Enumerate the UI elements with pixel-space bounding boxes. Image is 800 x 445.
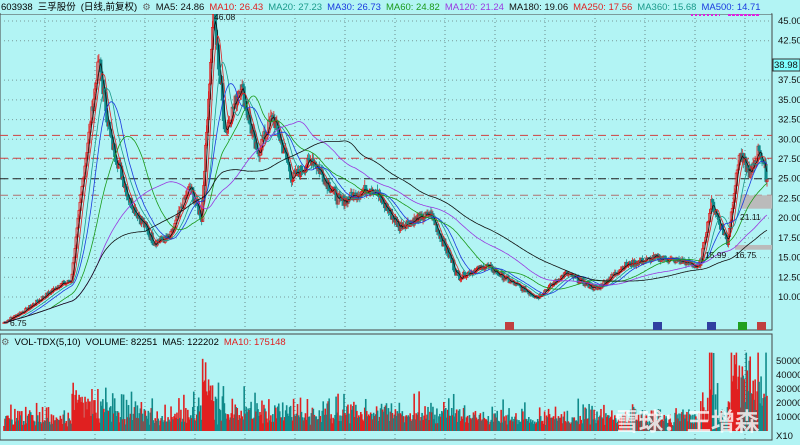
price-tick-label: 37.50 [778, 75, 800, 86]
chart-svg[interactable]: 10.00 12.50 15.00 17.50 20.00 22.50 25.00 27.50… [0, 0, 800, 445]
price-annotation: 15.99 [705, 250, 727, 260]
event-marker[interactable] [738, 322, 747, 330]
volume-tick-label: 20000 [776, 398, 800, 409]
ma-label: MA180: 19.06 [508, 2, 569, 13]
price-tick-label: 35.00 [778, 95, 800, 106]
price-header: 603938 三孚股份 (日线,前复权) ⚙ MA5: 24.86 MA10: 26.43… [1, 2, 771, 14]
ma-label: MA250: 17.56 [573, 2, 633, 13]
volume-tick-label: 30000 [776, 384, 800, 395]
ma-label: MA60: 24.82 [385, 2, 440, 13]
price-tick-label: 17.50 [778, 233, 800, 244]
event-marker[interactable] [505, 322, 514, 330]
price-tick-label: 42.50 [778, 36, 800, 47]
price-tick-label: 12.50 [778, 272, 800, 283]
price-annotation: 21.11 [740, 212, 761, 222]
stock-chart: 603938 三孚股份 (日线,前复权) ⚙ MA5: 24.86 MA10: 26.43… [0, 0, 800, 445]
ma-label: MA360: 15.68 [637, 2, 697, 13]
volume-header: ⚙ VOL-TDX(5,10) VOLUME: 82251 MA5: 122202 MA… [1, 337, 291, 349]
vol-ma5: MA5: 122202 [162, 337, 219, 348]
price-tick-label: 10.00 [778, 292, 800, 303]
price-zone [735, 244, 772, 250]
event-marker[interactable] [757, 322, 766, 330]
current-price-label: 38.98 [774, 60, 798, 71]
volume-tick-label: 40000 [776, 370, 800, 381]
adjust-mode: (日线,前复权) [80, 2, 138, 13]
ma-label: MA5: 24.86 [155, 2, 205, 13]
price-tick-label: 25.00 [778, 174, 800, 185]
event-marker[interactable] [653, 322, 662, 330]
price-annotation: 16.75 [735, 250, 757, 260]
ma-label: MA20: 27.23 [268, 2, 323, 13]
watermark: 雪球：王增森 [615, 409, 759, 436]
price-tick-label: 15.00 [778, 253, 800, 264]
price-pane [0, 13, 773, 331]
volume-tick-label: 50000 [776, 356, 800, 367]
stock-code: 603938 [1, 2, 33, 13]
volume-tick-label: 10000 [776, 412, 800, 423]
price-annotation: 6.75 [10, 318, 27, 328]
ma-label: MA500: 14.71 [701, 2, 761, 13]
ma-label: MA30: 26.73 [327, 2, 381, 13]
settings-icon[interactable]: ⚙ [142, 2, 151, 13]
ma-label: MA120: 21.24 [444, 2, 504, 13]
price-tick-label: 30.00 [778, 134, 800, 145]
price-tick-label: 45.00 [778, 16, 800, 27]
event-marker[interactable] [707, 322, 716, 330]
price-tick-label: 20.00 [778, 213, 800, 224]
price-tick-label: 27.50 [778, 154, 800, 165]
vol-name: VOL-TDX(5,10) [14, 337, 81, 348]
ma-label: MA10: 26.43 [209, 2, 264, 13]
price-tick-label: 32.50 [778, 115, 800, 126]
volume-unit: X10 [776, 431, 793, 442]
stock-name: 三孚股份 [37, 2, 76, 13]
vol-ma10: MA10: 175148 [223, 337, 286, 348]
settings-icon[interactable]: ⚙ [1, 337, 10, 348]
price-tick-label: 22.50 [778, 193, 800, 204]
vol-value: VOLUME: 82251 [85, 337, 158, 348]
